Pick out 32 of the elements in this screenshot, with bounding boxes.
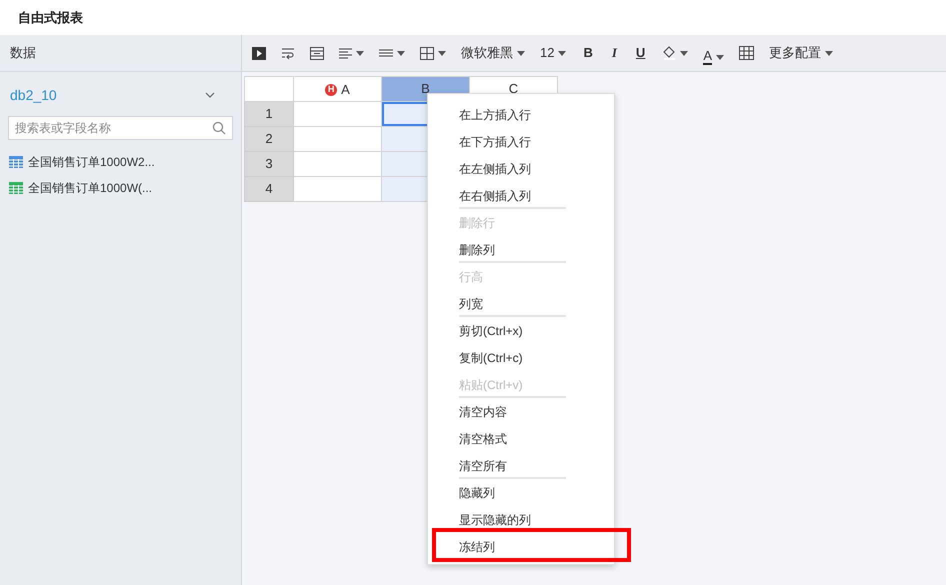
menu-item[interactable]: 清空内容 bbox=[428, 398, 614, 425]
table-list-item[interactable]: 全国销售订单1000W2... bbox=[9, 153, 232, 171]
menu-item[interactable]: 在下方插入行 bbox=[428, 128, 614, 155]
menu-item[interactable]: 隐藏列 bbox=[428, 479, 614, 506]
menu-item[interactable]: 清空所有 bbox=[428, 452, 614, 479]
search-field[interactable]: 搜索表或字段名称 bbox=[8, 116, 233, 140]
warning-badge: H bbox=[325, 84, 338, 96]
more-settings-button[interactable]: 更多配置 bbox=[764, 41, 837, 65]
table-list-item[interactable]: 全国销售订单1000W(... bbox=[9, 179, 232, 197]
menu-item[interactable]: 冻结列 bbox=[428, 533, 614, 560]
menu-item[interactable]: 清空格式 bbox=[428, 425, 614, 452]
font-color-button[interactable]: A bbox=[699, 41, 728, 65]
font-select[interactable]: 微软雅黑 bbox=[457, 41, 529, 65]
row-header[interactable]: 4 bbox=[244, 176, 294, 202]
menu-item[interactable]: 在左侧插入列 bbox=[428, 155, 614, 182]
italic-button[interactable]: I bbox=[606, 41, 623, 65]
font-size-select[interactable]: 12 bbox=[536, 41, 570, 65]
page-title: 自由式报表 bbox=[18, 8, 83, 27]
menu-item[interactable]: 列宽 bbox=[428, 290, 614, 317]
row-header[interactable]: 2 bbox=[244, 126, 294, 152]
row-header[interactable]: 1 bbox=[244, 102, 294, 126]
column-header[interactable]: H A bbox=[294, 76, 382, 102]
menu-item[interactable]: 剪切(Ctrl+x) bbox=[428, 317, 614, 344]
menu-item[interactable]: 显示隐藏的列 bbox=[428, 506, 614, 533]
menu-item[interactable]: 在上方插入行 bbox=[428, 101, 614, 128]
menu-item[interactable]: 删除列 bbox=[428, 236, 614, 263]
sidebar-header: 数据 bbox=[10, 44, 36, 62]
menu-item[interactable]: 在右侧插入列 bbox=[428, 182, 614, 209]
underline-button[interactable]: U bbox=[630, 41, 652, 65]
menu-item[interactable]: 复制(Ctrl+c) bbox=[428, 344, 614, 371]
bold-button[interactable]: B bbox=[577, 41, 599, 65]
row-header[interactable]: 3 bbox=[244, 152, 294, 176]
